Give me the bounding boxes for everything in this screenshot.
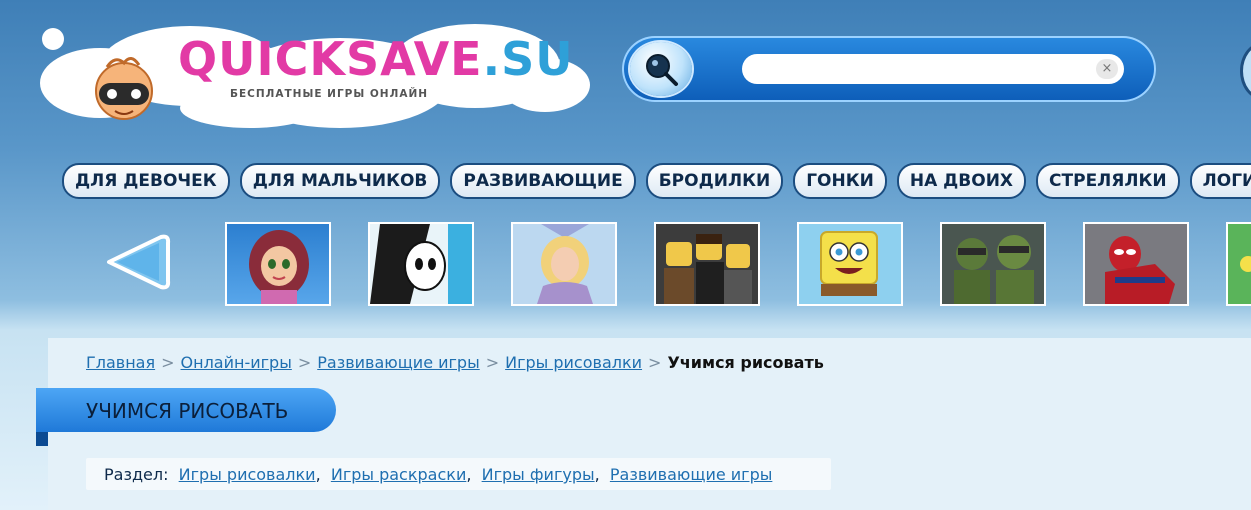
lego-image <box>656 224 758 304</box>
breadcrumb-separator: > <box>297 353 312 372</box>
spiderman-image <box>1085 224 1187 304</box>
category-nav: ДЛЯ ДЕВОЧЕК ДЛЯ МАЛЬЧИКОВ РАЗВИВАЮЩИЕ БРОДИ… <box>62 163 1251 199</box>
breadcrumb-separator: > <box>485 353 500 372</box>
turtles-image <box>942 224 1044 304</box>
nav-item-adventure[interactable]: БРОДИЛКИ <box>645 163 784 199</box>
game-thumb-spiderman[interactable] <box>1083 222 1189 306</box>
nav-item-racing[interactable]: ГОНКИ <box>793 163 887 199</box>
search-bar: × <box>622 36 1156 102</box>
search-icon <box>646 54 678 86</box>
breadcrumb-link-home[interactable]: Главная <box>86 353 155 372</box>
nav-item-shooters[interactable]: СТРЕЛЯЛКИ <box>1036 163 1180 199</box>
breadcrumb: Главная > Онлайн-игры > Развивающие игры > Игр… <box>86 353 824 372</box>
game-carousel <box>225 222 1251 306</box>
monster-high-image <box>370 224 472 304</box>
section-label: Раздел: <box>104 465 169 484</box>
nav-item-educational[interactable]: РАЗВИВАЮЩИЕ <box>450 163 636 199</box>
section-link-coloring-games[interactable]: Игры раскраски <box>331 465 467 484</box>
header: QUICKSAVE.SU БЕСПЛАТНЫЕ ИГРЫ ОНЛАЙН × ДЛ… <box>0 0 1251 199</box>
page-title: УЧИМСЯ РИСОВАТЬ <box>86 399 289 423</box>
section-link-shape-games[interactable]: Игры фигуры <box>482 465 595 484</box>
logo-title-main: QUICKSAVE <box>178 32 483 86</box>
breadcrumb-link-online-games[interactable]: Онлайн-игры <box>181 353 292 372</box>
arrow-left-icon <box>107 234 171 290</box>
carousel-prev-button[interactable] <box>103 233 171 291</box>
green-game-image <box>1228 224 1251 304</box>
logo-subtitle: БЕСПЛАТНЫЕ ИГРЫ ОНЛАЙН <box>230 88 429 100</box>
game-thumb-monster-high[interactable] <box>368 222 474 306</box>
winx-image <box>249 230 309 304</box>
game-thumb-lego[interactable] <box>654 222 760 306</box>
site-logo[interactable]: QUICKSAVE.SU БЕСПЛАТНЫЕ ИГРЫ ОНЛАЙН <box>30 18 590 130</box>
breadcrumb-link-drawing-games[interactable]: Игры рисовалки <box>505 353 642 372</box>
breadcrumb-link-educational-games[interactable]: Развивающие игры <box>317 353 479 372</box>
nav-item-boys[interactable]: ДЛЯ МАЛЬЧИКОВ <box>239 163 441 199</box>
section-link-drawing-games[interactable]: Игры рисовалки <box>179 465 316 484</box>
search-input[interactable] <box>742 54 1124 84</box>
baby-gamer-icon <box>95 57 153 120</box>
breadcrumb-current: Учимся рисовать <box>667 353 824 372</box>
logo-cloud <box>42 28 64 50</box>
page-title-ribbon: УЧИМСЯ РИСОВАТЬ <box>36 388 336 446</box>
game-thumb-turtles[interactable] <box>940 222 1046 306</box>
game-thumb-barbie[interactable] <box>511 222 617 306</box>
breadcrumb-separator: > <box>648 353 662 372</box>
section-text: Раздел: Игры рисовалки, Игры раскраски, … <box>104 465 773 484</box>
page: QUICKSAVE.SU БЕСПЛАТНЫЕ ИГРЫ ОНЛАЙН × ДЛ… <box>0 0 1251 510</box>
logo-title: QUICKSAVE.SU <box>178 36 574 82</box>
nav-item-logic[interactable]: ЛОГИЧЕСКИ <box>1189 163 1251 199</box>
breadcrumb-separator: > <box>161 353 175 372</box>
barbie-image <box>513 224 615 304</box>
search-button[interactable] <box>630 42 692 96</box>
game-thumb-winx[interactable] <box>225 222 331 306</box>
partial-icon[interactable] <box>1240 42 1251 100</box>
section-link-educational-games[interactable]: Развивающие игры <box>610 465 772 484</box>
nav-item-two-players[interactable]: НА ДВОИХ <box>896 163 1027 199</box>
clear-icon[interactable]: × <box>1096 59 1118 79</box>
game-thumb-green[interactable] <box>1226 222 1251 306</box>
game-thumb-spongebob[interactable] <box>797 222 903 306</box>
logo-title-suffix: .SU <box>482 32 574 86</box>
section-bar: Раздел: Игры рисовалки, Игры раскраски, … <box>86 458 831 490</box>
nav-item-girls[interactable]: ДЛЯ ДЕВОЧЕК <box>62 163 230 199</box>
spongebob-image <box>799 224 901 304</box>
